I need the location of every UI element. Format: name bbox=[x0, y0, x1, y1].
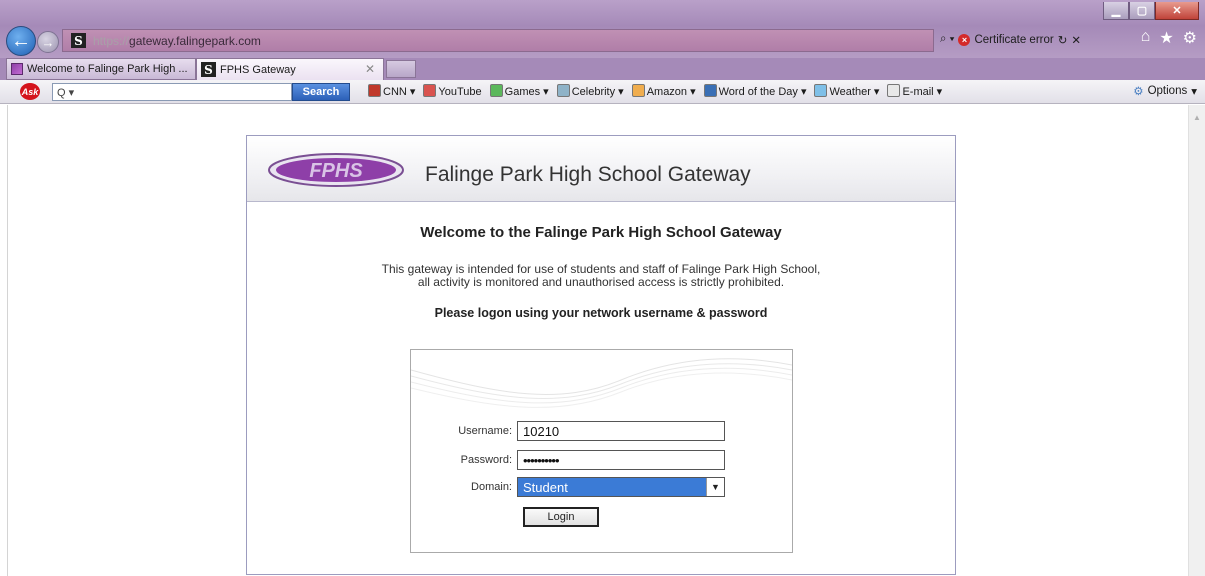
ask-search-input[interactable]: Q ▾ bbox=[52, 83, 292, 101]
back-button[interactable]: ← bbox=[6, 26, 36, 56]
email-icon bbox=[887, 84, 901, 97]
page-left-border bbox=[7, 105, 8, 576]
url-protocol: https:// bbox=[93, 34, 130, 48]
link-word-of-the-day[interactable]: Word of the Day ▾ bbox=[703, 84, 807, 98]
username-input[interactable]: 10210 bbox=[517, 421, 725, 441]
maximize-button[interactable]: ▢ bbox=[1129, 2, 1155, 20]
ask-search-button[interactable]: Search bbox=[292, 83, 350, 101]
link-label: Games ▾ bbox=[504, 86, 549, 98]
new-tab-button[interactable] bbox=[386, 60, 416, 78]
link-email[interactable]: E-mail ▾ bbox=[887, 84, 942, 98]
password-row: Password: •••••••••• bbox=[411, 449, 792, 471]
link-label: Celebrity ▾ bbox=[571, 86, 624, 98]
stop-icon[interactable]: ✕ bbox=[1071, 33, 1081, 47]
tab-label: FPHS Gateway bbox=[220, 63, 296, 76]
logo-text: FPHS bbox=[309, 160, 363, 182]
amazon-icon bbox=[631, 84, 645, 97]
site-favicon-icon: S bbox=[201, 62, 216, 77]
login-button[interactable]: Login bbox=[523, 507, 599, 527]
description-line: all activity is monitored and unauthoris… bbox=[417, 275, 785, 289]
falinge-favicon-icon bbox=[11, 63, 23, 75]
chevron-down-icon[interactable]: ▼ bbox=[706, 478, 724, 496]
cnn-icon bbox=[368, 84, 381, 97]
domain-select[interactable]: Student ▼ bbox=[517, 477, 725, 497]
url-host: gateway.falingepark.com bbox=[129, 34, 261, 48]
weather-icon bbox=[814, 84, 828, 97]
refresh-icon[interactable]: ↻ bbox=[1058, 33, 1068, 47]
options-label: Options bbox=[1147, 85, 1188, 97]
link-cnn[interactable]: CNN ▾ bbox=[368, 84, 415, 98]
tab-welcome[interactable]: Welcome to Falinge Park High ... bbox=[6, 58, 196, 80]
domain-label: Domain: bbox=[471, 481, 512, 493]
home-icon[interactable]: ⌂ bbox=[1141, 28, 1151, 48]
navigation-row: ← → S https://gateway.falingepark.com ⌕ … bbox=[0, 24, 1205, 57]
url-text[interactable]: https://gateway.falingepark.com bbox=[93, 34, 261, 48]
link-youtube[interactable]: YouTube bbox=[423, 84, 482, 98]
logon-prompt: Please logon using your network username… bbox=[434, 306, 768, 320]
link-celebrity[interactable]: Celebrity ▾ bbox=[556, 84, 624, 98]
fphs-logo-icon: FPHS bbox=[268, 153, 404, 187]
tab-fphs-gateway[interactable]: S FPHS Gateway ✕ bbox=[196, 58, 384, 80]
link-label: E-mail ▾ bbox=[902, 86, 943, 98]
domain-row: Domain: Student ▼ bbox=[411, 476, 792, 498]
options-gear-icon: ⚙ bbox=[1133, 86, 1144, 98]
link-weather[interactable]: Weather ▾ bbox=[814, 84, 879, 98]
certificate-error-label[interactable]: Certificate error bbox=[974, 34, 1053, 46]
tab-close-icon[interactable]: ✕ bbox=[365, 62, 375, 76]
word-icon bbox=[703, 84, 717, 97]
password-input[interactable]: •••••••••• bbox=[517, 450, 725, 470]
window-controls: ▁ ▢ ✕ bbox=[1103, 2, 1199, 20]
games-icon bbox=[489, 84, 503, 97]
options-button[interactable]: ⚙ Options ▾ bbox=[1133, 84, 1197, 98]
minimize-button[interactable]: ▁ bbox=[1103, 2, 1129, 20]
decorative-swoosh bbox=[411, 358, 792, 408]
link-amazon[interactable]: Amazon ▾ bbox=[631, 84, 696, 98]
forward-button[interactable]: → bbox=[37, 31, 59, 53]
scroll-up-icon[interactable]: ▲ bbox=[1193, 113, 1201, 122]
password-label: Password: bbox=[460, 454, 512, 466]
username-row: Username: 10210 bbox=[411, 420, 792, 442]
window-titlebar: ▁ ▢ ✕ ← → S https://gateway.falingepark.… bbox=[0, 0, 1205, 58]
tab-row: Welcome to Falinge Park High ... S FPHS … bbox=[0, 58, 1205, 80]
username-label: Username: bbox=[458, 425, 512, 437]
ask-logo-icon[interactable]: Ask bbox=[20, 83, 40, 100]
link-games[interactable]: Games ▾ bbox=[489, 84, 549, 98]
link-label: YouTube bbox=[438, 86, 482, 98]
ask-toolbar: Ask Q ▾ Search CNN ▾ YouTube Games ▾ Cel… bbox=[0, 80, 1205, 104]
youtube-icon bbox=[423, 84, 437, 97]
tab-label: Welcome to Falinge Park High ... bbox=[27, 63, 188, 75]
site-favicon-icon: S bbox=[71, 33, 86, 48]
close-window-button[interactable]: ✕ bbox=[1155, 2, 1199, 20]
gateway-description: This gateway is intended for use of stud… bbox=[247, 263, 955, 289]
card-header: FPHS Falinge Park High School Gateway bbox=[247, 136, 955, 202]
toolbar-links: CNN ▾ YouTube Games ▾ Celebrity ▾ Amazon… bbox=[368, 84, 942, 98]
gateway-card: FPHS Falinge Park High School Gateway We… bbox=[246, 135, 956, 575]
welcome-heading: Welcome to the Falinge Park High School … bbox=[420, 224, 782, 241]
login-box: Username: 10210 Password: •••••••••• Dom… bbox=[410, 349, 793, 553]
settings-gear-icon[interactable]: ⚙ bbox=[1183, 28, 1197, 48]
link-label: Word of the Day ▾ bbox=[718, 86, 807, 98]
chevron-down-icon: ▾ bbox=[1191, 86, 1197, 98]
address-bar[interactable]: S https://gateway.falingepark.com bbox=[62, 29, 934, 52]
vertical-scrollbar[interactable]: ▲ bbox=[1188, 105, 1205, 576]
certificate-error-icon: × bbox=[958, 33, 971, 46]
link-label: Amazon ▾ bbox=[646, 86, 696, 98]
link-label: Weather ▾ bbox=[829, 86, 880, 98]
browser-toolbar-icons: ⌂ ★ ⚙ bbox=[1141, 28, 1197, 48]
favorites-star-icon[interactable]: ★ bbox=[1159, 28, 1173, 48]
link-label: CNN ▾ bbox=[383, 86, 416, 98]
celebrity-icon bbox=[556, 84, 570, 97]
page-title: Falinge Park High School Gateway bbox=[425, 163, 751, 186]
address-search-icon[interactable]: ⌕ ▾ bbox=[940, 33, 954, 46]
domain-selected-value: Student bbox=[523, 479, 568, 495]
